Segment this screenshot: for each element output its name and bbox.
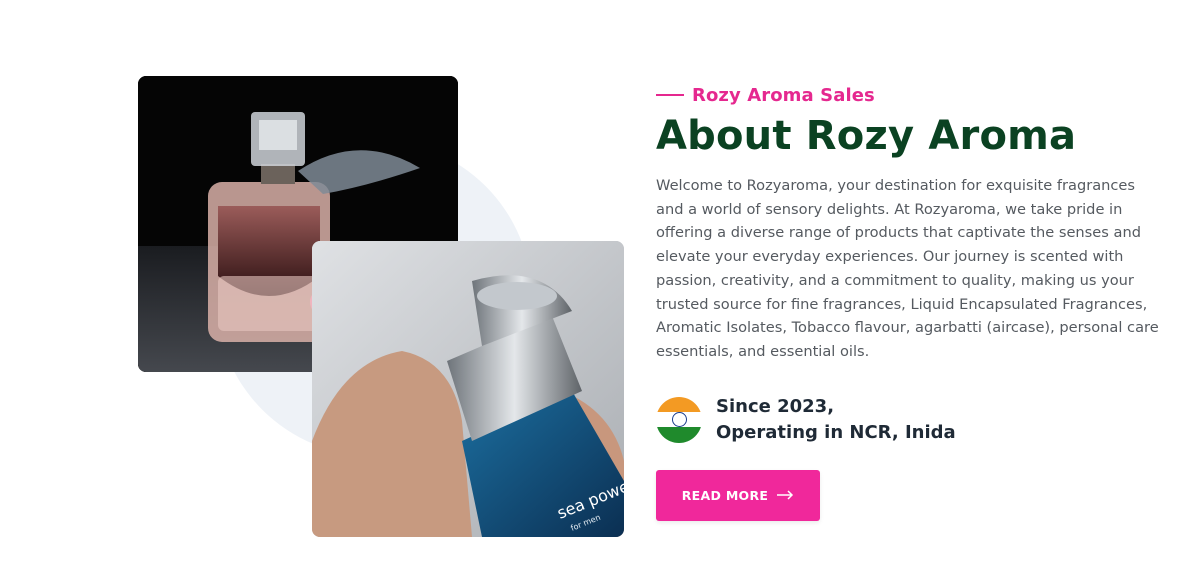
since-text: Since 2023, Operating in NCR, Inida xyxy=(716,394,956,446)
india-flag-icon xyxy=(656,396,702,443)
page-title: About Rozy Aroma xyxy=(656,113,1077,159)
read-more-label: READ MORE xyxy=(681,487,769,503)
since-block: Since 2023, Operating in NCR, Inida xyxy=(656,394,1166,446)
about-description: Welcome to Rozyaroma, your destination f… xyxy=(656,177,1159,360)
about-section: Rozy Aroma Sales About Rozy Aroma Welcom… xyxy=(656,84,1166,521)
operating-location: Operating in NCR, Inida xyxy=(716,421,956,443)
subtitle-text: Rozy Aroma Sales xyxy=(692,84,875,106)
section-subtitle: Rozy Aroma Sales xyxy=(656,84,1166,106)
read-more-button[interactable]: READ MORE xyxy=(656,469,820,521)
sea-power-perfume-image: sea power for men xyxy=(312,241,624,537)
subtitle-decor-line xyxy=(656,94,684,96)
arrow-right-icon xyxy=(777,490,794,500)
since-year: Since 2023, xyxy=(716,395,835,417)
